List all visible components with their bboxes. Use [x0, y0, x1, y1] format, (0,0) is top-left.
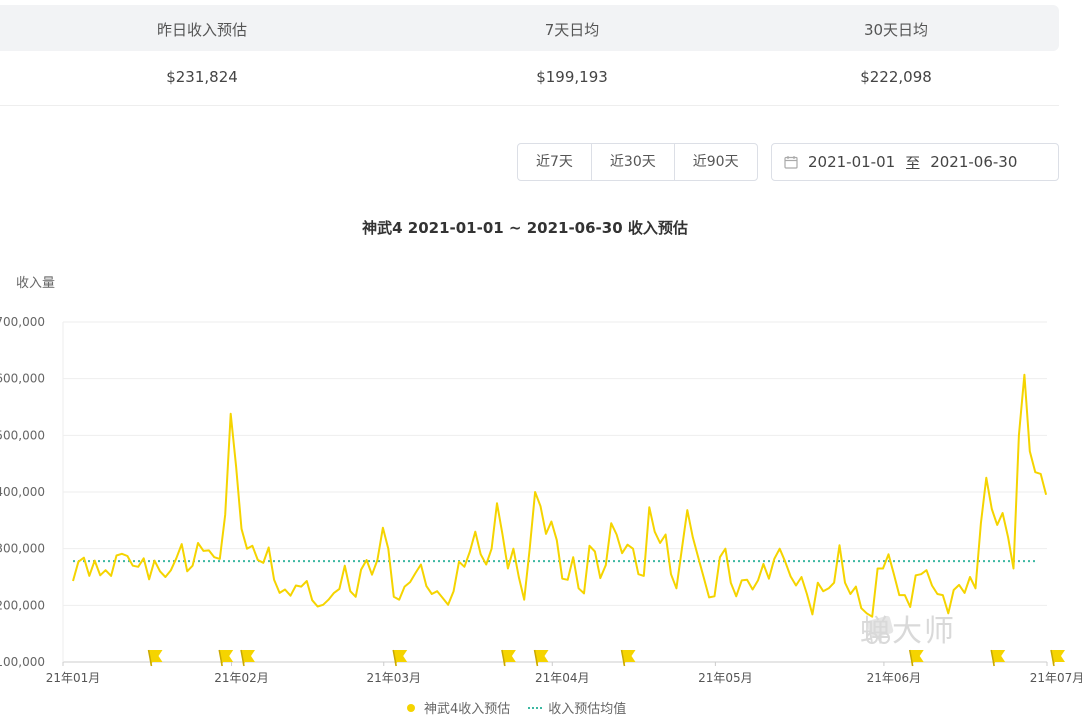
- legend-item-average[interactable]: 收入预估均值: [528, 698, 626, 717]
- y-tick-label: 200,000: [0, 598, 45, 612]
- legend-label-revenue: 神武4收入预估: [424, 702, 511, 717]
- flag-icon: [990, 649, 1006, 667]
- legend-line-icon: [404, 703, 418, 712]
- x-tick-label: 21年03月: [366, 671, 421, 685]
- x-tick-label: 21年04月: [535, 671, 590, 685]
- y-tick-label: 600,000: [0, 372, 45, 386]
- x-tick-label: 21年06月: [867, 671, 922, 685]
- y-tick-label: 300,000: [0, 542, 45, 556]
- flag-icon: [501, 649, 516, 667]
- legend-dotted-icon: [528, 706, 543, 709]
- legend-label-average: 收入预估均值: [548, 702, 627, 717]
- chart-legend: 神武4收入预估 收入预估均值: [404, 698, 644, 717]
- y-tick-label: 700,000: [0, 315, 45, 329]
- y-tick-label: 100,000: [0, 655, 45, 669]
- flag-icon: [620, 649, 636, 667]
- x-tick-label: 21年01月: [46, 671, 101, 685]
- flag-icon: [147, 649, 163, 667]
- flag-icon: [908, 649, 924, 667]
- revenue-series-line: [72, 373, 1048, 618]
- flag-icon: [240, 649, 255, 667]
- x-tick-label: 21年07月: [1030, 671, 1082, 685]
- x-tick-label: 21年05月: [698, 671, 753, 685]
- flag-icon: [1050, 649, 1065, 667]
- flag-icon: [392, 649, 408, 667]
- flag-icon: [533, 649, 549, 667]
- y-tick-label: 500,000: [0, 428, 45, 442]
- y-tick-label: 400,000: [0, 485, 45, 499]
- watermark-text: 蝉大师: [860, 614, 956, 649]
- legend-item-revenue[interactable]: 神武4收入预估: [404, 698, 510, 717]
- x-tick-label: 21年02月: [214, 671, 269, 685]
